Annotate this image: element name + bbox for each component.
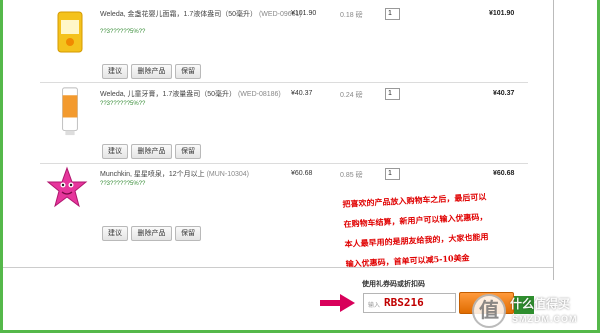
save-for-later-button[interactable]: 保留	[175, 226, 201, 241]
line-total: ¥101.90	[489, 10, 515, 17]
unit-price: ¥60.68	[291, 170, 313, 177]
site-watermark: 值 什么值得买 SMZDM.COM	[470, 292, 600, 332]
remove-product-button[interactable]: 删除产品	[131, 64, 172, 79]
unit-price: ¥101.90	[291, 10, 317, 17]
frame-left-border	[0, 0, 3, 333]
watermark-url: SMZDM.COM	[512, 314, 578, 324]
coupon-placeholder: 输入	[368, 303, 381, 309]
product-title[interactable]: Munchkin, 星星喷泉，12个月以上 (MUN-10304)	[100, 170, 249, 180]
coupon-code-input[interactable]: 输入 RBS216	[363, 293, 456, 313]
reward-text: ??3??????5%??	[100, 181, 146, 187]
product-title[interactable]: Weleda, 金盏花婴儿面霜，1.7液体盎司（50毫升） (WED-09661…	[100, 10, 302, 20]
row-divider	[40, 82, 528, 83]
scrollbar-track[interactable]	[553, 0, 554, 280]
remove-product-button[interactable]: 删除产品	[131, 144, 172, 159]
suggest-button[interactable]: 建议	[102, 64, 128, 79]
watermark-text: 什么值得买	[510, 297, 571, 311]
item-weight: 0.85 磅	[340, 172, 363, 179]
save-for-later-button[interactable]: 保留	[175, 144, 201, 159]
coupon-section-divider	[3, 267, 553, 268]
line-total: ¥40.37	[493, 90, 515, 97]
quantity-input[interactable]: 1	[385, 88, 400, 100]
suggest-button[interactable]: 建议	[102, 226, 128, 241]
product-image-star-fountain[interactable]	[46, 166, 88, 212]
annotation-note: 把喜欢的产品放入购物车之后，最后可以 在购物车结算，新用户可以输入优惠码， 本人…	[342, 186, 496, 274]
screenshot-frame	[0, 0, 600, 333]
coupon-code-value: RBS216	[384, 296, 424, 309]
product-title[interactable]: Weleda, 儿童牙膏，1.7液量盎司（50毫升） (WED-08186)	[100, 90, 281, 100]
product-image-calendula-cream[interactable]	[52, 6, 88, 56]
quantity-input[interactable]: 1	[385, 168, 400, 180]
line-total: ¥60.68	[493, 170, 515, 177]
reward-text: ??3??????5%??	[100, 101, 146, 107]
unit-price: ¥40.37	[291, 90, 313, 97]
reward-text: ??3??????5%??	[100, 29, 146, 35]
pointer-arrow-icon	[320, 294, 355, 312]
remove-product-button[interactable]: 删除产品	[131, 226, 172, 241]
quantity-input[interactable]: 1	[385, 8, 400, 20]
watermark-logo-icon: 值	[472, 294, 506, 328]
coupon-label: 使用礼券码或折扣码	[362, 281, 425, 288]
suggest-button[interactable]: 建议	[102, 144, 128, 159]
item-weight: 0.24 磅	[340, 92, 363, 99]
row-divider	[40, 163, 528, 164]
product-image-toothpaste[interactable]	[52, 86, 88, 136]
item-weight: 0.18 磅	[340, 12, 363, 19]
save-for-later-button[interactable]: 保留	[175, 64, 201, 79]
